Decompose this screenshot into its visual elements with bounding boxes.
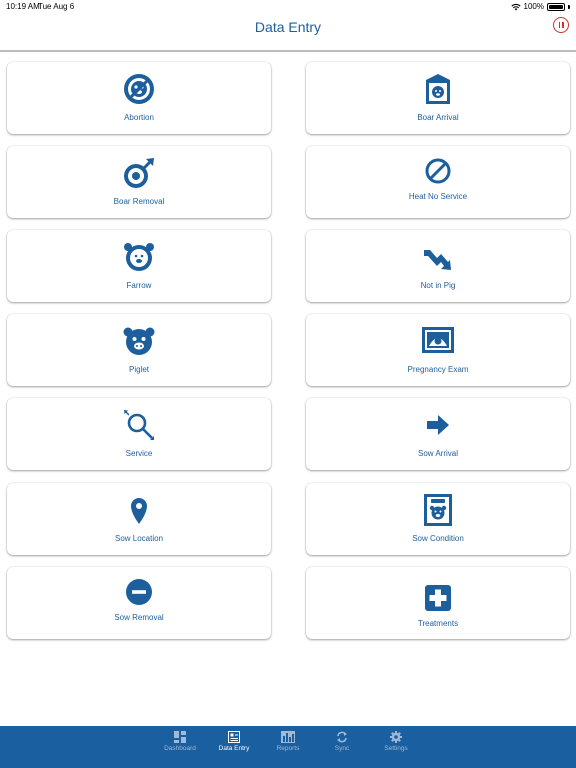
tile-sow-condition[interactable]: Sow Condition bbox=[306, 483, 570, 555]
tab-reports[interactable]: Reports bbox=[263, 726, 313, 768]
tile-label: Boar Arrival bbox=[417, 113, 459, 122]
tile-treatments[interactable]: Treatments bbox=[306, 567, 570, 639]
reports-icon bbox=[263, 731, 313, 743]
tile-sow-removal[interactable]: Sow Removal bbox=[7, 567, 271, 639]
tile-label: Heat No Service bbox=[408, 192, 468, 201]
location-pin-icon bbox=[7, 493, 271, 527]
piglet-icon bbox=[7, 324, 271, 358]
tab-sync[interactable]: Sync bbox=[317, 726, 367, 768]
tile-boar-arrival[interactable]: Boar Arrival bbox=[306, 62, 570, 134]
tab-data-entry[interactable]: Data Entry bbox=[209, 726, 259, 768]
sow-condition-icon bbox=[306, 493, 570, 527]
tile-farrow[interactable]: Farrow bbox=[7, 230, 271, 302]
tab-bar: Dashboard Data Entry Reports Sync Settin… bbox=[0, 726, 576, 768]
not-in-pig-icon bbox=[306, 240, 570, 274]
tile-label: Sow Condition bbox=[412, 534, 464, 543]
tile-sow-arrival[interactable]: Sow Arrival bbox=[306, 398, 570, 470]
tile-label: Pregnancy Exam bbox=[407, 365, 469, 374]
tab-dashboard[interactable]: Dashboard bbox=[155, 726, 205, 768]
tile-label: Service bbox=[125, 449, 153, 458]
tile-label: Sow Location bbox=[114, 534, 164, 543]
boar-removal-icon bbox=[7, 156, 271, 190]
tile-label: Abortion bbox=[124, 113, 154, 122]
tile-label: Sow Removal bbox=[114, 613, 164, 622]
tile-heat-no-service[interactable]: Heat No Service bbox=[306, 146, 570, 218]
tile-label: Treatments bbox=[417, 619, 459, 628]
tab-label: Data Entry bbox=[218, 745, 250, 752]
tab-settings[interactable]: Settings bbox=[371, 726, 421, 768]
data-entry-grid: Abortion Boar Arrival Boar Removal Heat … bbox=[0, 0, 576, 720]
sync-icon bbox=[317, 731, 367, 743]
dashboard-icon bbox=[155, 731, 205, 743]
tab-label: Settings bbox=[384, 745, 408, 752]
tile-label: Farrow bbox=[126, 281, 152, 290]
tile-sow-location[interactable]: Sow Location bbox=[7, 483, 271, 555]
tile-boar-removal[interactable]: Boar Removal bbox=[7, 146, 271, 218]
treatments-icon bbox=[306, 581, 570, 615]
sow-arrival-icon bbox=[306, 408, 570, 442]
pregnancy-exam-icon bbox=[306, 324, 570, 358]
data-entry-icon bbox=[209, 731, 259, 743]
tile-abortion[interactable]: Abortion bbox=[7, 62, 271, 134]
tile-pregnancy-exam[interactable]: Pregnancy Exam bbox=[306, 314, 570, 386]
tile-service[interactable]: Service bbox=[7, 398, 271, 470]
tile-label: Not in Pig bbox=[420, 281, 456, 290]
tab-label: Dashboard bbox=[164, 745, 196, 752]
sow-removal-icon bbox=[7, 575, 271, 609]
boar-arrival-icon bbox=[306, 72, 570, 106]
tab-label: Reports bbox=[276, 745, 300, 752]
farrow-icon bbox=[7, 240, 271, 274]
tile-label: Piglet bbox=[128, 365, 149, 374]
tab-label: Sync bbox=[334, 745, 350, 752]
tile-not-in-pig[interactable]: Not in Pig bbox=[306, 230, 570, 302]
service-icon bbox=[7, 408, 271, 442]
settings-icon bbox=[371, 731, 421, 743]
heat-no-service-icon bbox=[306, 154, 570, 188]
tile-piglet[interactable]: Piglet bbox=[7, 314, 271, 386]
tile-label: Boar Removal bbox=[113, 197, 165, 206]
tile-label: Sow Arrival bbox=[417, 449, 458, 458]
abortion-icon bbox=[7, 72, 271, 106]
